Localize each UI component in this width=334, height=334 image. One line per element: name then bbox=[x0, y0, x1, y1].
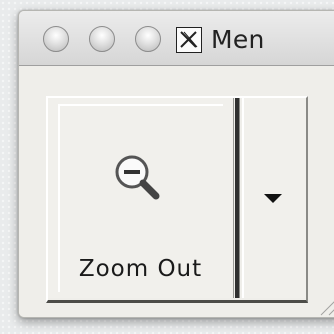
app-window: Men Zoom Out bbox=[18, 10, 334, 318]
zoom-out-button[interactable]: Zoom Out bbox=[48, 98, 234, 298]
zoom-window-button[interactable] bbox=[135, 26, 161, 52]
toolbar-area: Zoom Out bbox=[19, 66, 334, 317]
x-window-icon bbox=[176, 27, 202, 53]
resize-grip-icon[interactable] bbox=[313, 281, 334, 317]
title-bar[interactable]: Men bbox=[19, 11, 334, 66]
zoom-dropdown-button[interactable] bbox=[242, 98, 306, 298]
split-divider bbox=[235, 98, 239, 298]
chevron-down-icon bbox=[264, 194, 282, 203]
zoom-out-label: Zoom Out bbox=[78, 256, 203, 282]
close-window-button[interactable] bbox=[43, 26, 69, 52]
magnifier-minus-icon bbox=[110, 150, 166, 210]
zoom-tool-group: Zoom Out bbox=[46, 96, 308, 303]
window-title: Men bbox=[211, 25, 265, 54]
minimize-window-button[interactable] bbox=[89, 26, 115, 52]
